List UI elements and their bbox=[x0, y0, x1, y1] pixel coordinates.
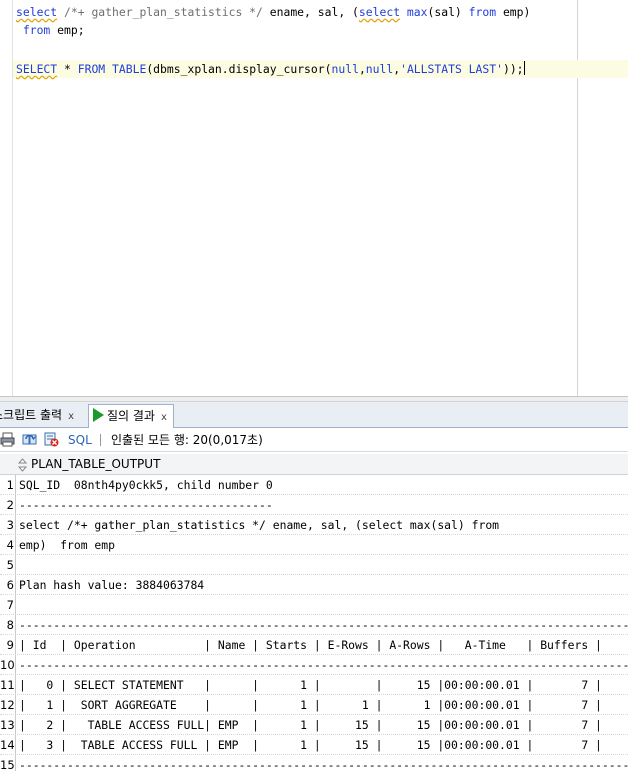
table-row[interactable]: 11 | 0 | SELECT STATEMENT | | 1 | | 15 |0… bbox=[0, 675, 628, 695]
result-toolbar: SQL 인출된 모든 행: 20(0,017초) bbox=[0, 428, 628, 452]
table-row[interactable]: 6 Plan hash value: 3884063784 bbox=[0, 575, 628, 595]
row-number: 12 bbox=[0, 698, 15, 712]
table-row[interactable]: 2 ------------------------------------- bbox=[0, 495, 628, 515]
table-row[interactable]: 8 ---------------------------------------… bbox=[0, 615, 628, 635]
result-grid[interactable]: PLAN_TABLE_OUTPUT 1 SQL_ID 08nth4py0ckk5,… bbox=[0, 452, 628, 771]
plan-output-cell[interactable]: | 3 | TABLE ACCESS FULL | EMP | 1 | 15 |… bbox=[19, 735, 602, 755]
row-number: 6 bbox=[6, 578, 14, 592]
table-row[interactable]: 13 | 2 | TABLE ACCESS FULL| EMP | 1 | 15 … bbox=[0, 715, 628, 735]
row-number: 10 bbox=[0, 658, 15, 672]
code-line-2[interactable]: from emp; bbox=[16, 21, 85, 39]
row-number: 3 bbox=[6, 518, 14, 532]
result-tab-bar: 스크립트 출력 x 질의 결과 x bbox=[0, 402, 628, 429]
text-caret bbox=[523, 61, 525, 75]
plan-output-cell[interactable]: ----------------------------------------… bbox=[19, 755, 628, 771]
row-number: 11 bbox=[0, 678, 15, 692]
plan-output-cell[interactable]: | Id | Operation | Name | Starts | E-Row… bbox=[19, 635, 602, 655]
plan-output-cell[interactable]: emp) from emp bbox=[19, 535, 115, 555]
tab-query-result[interactable]: 질의 결과 x bbox=[88, 404, 174, 429]
row-number: 4 bbox=[6, 538, 14, 552]
table-row[interactable]: 5 bbox=[0, 555, 628, 575]
table-row[interactable]: 15 --------------------------------------… bbox=[0, 755, 628, 771]
tab-script-output-close-icon[interactable]: x bbox=[68, 411, 74, 422]
plan-output-cell[interactable]: ----------------------------------------… bbox=[19, 615, 628, 635]
table-row[interactable]: 7 bbox=[0, 595, 628, 615]
row-number: 7 bbox=[6, 598, 14, 612]
row-number: 2 bbox=[6, 498, 14, 512]
tab-query-result-label: 질의 결과 bbox=[107, 409, 155, 423]
refresh-icon[interactable] bbox=[22, 432, 37, 447]
plan-output-cell[interactable]: | 1 | SORT AGGREGATE | | 1 | 1 | 1 |00:0… bbox=[19, 695, 602, 715]
column-header-plan-table-output[interactable]: PLAN_TABLE_OUTPUT bbox=[31, 454, 160, 475]
fetch-status-text: 인출된 모든 행: 20(0,017초) bbox=[111, 433, 263, 447]
plan-output-cell[interactable]: ------------------------------------- bbox=[19, 495, 273, 515]
table-row[interactable]: 3 select /*+ gather_plan_statistics */ en… bbox=[0, 515, 628, 535]
sql-stop-icon[interactable] bbox=[44, 432, 59, 447]
row-number: 9 bbox=[6, 638, 14, 652]
tab-query-result-close-icon[interactable]: x bbox=[161, 412, 167, 423]
row-number: 15 bbox=[0, 758, 15, 771]
code-line-1[interactable]: select /*+ gather_plan_statistics */ ena… bbox=[16, 3, 530, 21]
table-row[interactable]: 4 emp) from emp bbox=[0, 535, 628, 555]
plan-output-cell[interactable]: Plan hash value: 3884063784 bbox=[19, 575, 204, 595]
print-icon[interactable] bbox=[0, 432, 15, 447]
plan-output-cell[interactable]: SQL_ID 08nth4py0ckk5, child number 0 bbox=[19, 475, 273, 495]
code-line-4[interactable]: SELECT * FROM TABLE(dbms_xplan.display_c… bbox=[13, 60, 628, 78]
sql-editor[interactable]: select /*+ gather_plan_statistics */ ena… bbox=[0, 0, 628, 396]
table-row[interactable]: 10 --------------------------------------… bbox=[0, 655, 628, 675]
plan-output-cell[interactable]: select /*+ gather_plan_statistics */ ena… bbox=[19, 515, 499, 535]
tab-script-output-label: 스크립트 출력 bbox=[0, 408, 63, 422]
table-row[interactable]: 9 | Id | Operation | Name | Starts | E-Ro… bbox=[0, 635, 628, 655]
row-number: 1 bbox=[6, 478, 14, 492]
run-icon bbox=[93, 408, 104, 422]
table-row[interactable]: 1 SQL_ID 08nth4py0ckk5, child number 0 bbox=[0, 475, 628, 495]
table-row[interactable]: 12 | 1 | SORT AGGREGATE | | 1 | 1 | 1 |00… bbox=[0, 695, 628, 715]
sql-link[interactable]: SQL bbox=[68, 428, 92, 452]
column-sort-icon[interactable] bbox=[18, 458, 27, 472]
row-number: 8 bbox=[6, 618, 14, 632]
table-row[interactable]: 14 | 3 | TABLE ACCESS FULL | EMP | 1 | 15… bbox=[0, 735, 628, 755]
grid-header: PLAN_TABLE_OUTPUT bbox=[0, 454, 628, 475]
row-number: 13 bbox=[0, 718, 15, 732]
row-number: 14 bbox=[0, 738, 15, 752]
toolbar-divider bbox=[100, 434, 101, 446]
plan-output-cell[interactable]: | 0 | SELECT STATEMENT | | 1 | | 15 |00:… bbox=[19, 675, 602, 695]
plan-output-cell[interactable]: | 2 | TABLE ACCESS FULL| EMP | 1 | 15 | … bbox=[19, 715, 602, 735]
row-number: 5 bbox=[6, 558, 14, 572]
plan-output-cell[interactable]: ----------------------------------------… bbox=[19, 655, 628, 675]
tab-script-output[interactable]: 스크립트 출력 x bbox=[0, 404, 80, 428]
